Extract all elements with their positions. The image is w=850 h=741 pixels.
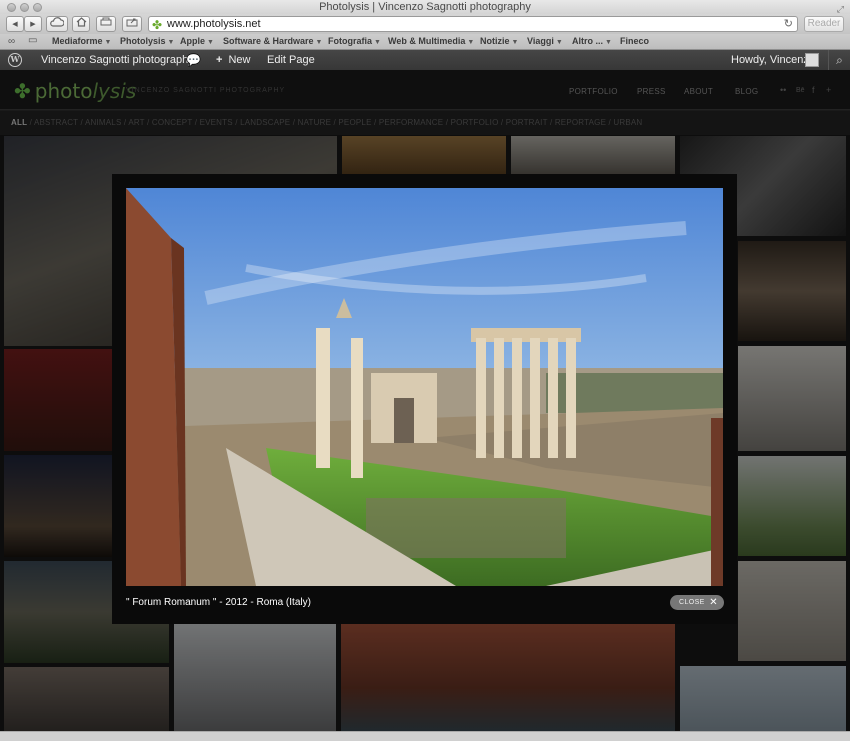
bookmark-apple[interactable]: Apple ▼ [180,36,214,46]
filter-urban[interactable]: URBAN [613,118,642,127]
bookmark-mediaforme[interactable]: Mediaforme ▼ [52,36,111,46]
chevron-down-icon: ▼ [207,39,214,46]
bookmark-photolysis[interactable]: Photolysis ▼ [120,36,174,46]
wordpress-admin-bar: W Vincenzo Sagnotti photography 💬 + New E… [0,50,850,70]
back-arrow-icon: ◀ [12,21,18,28]
forum-romanum-image [126,188,723,586]
status-bar [0,731,850,741]
home-icon [76,17,86,27]
reading-list-icon[interactable]: ∞ [8,36,15,47]
bookmarks-bar: ∞ ▭ Mediaforme ▼ Photolysis ▼ Apple ▼ Softw… [0,34,850,50]
google-plus-icon[interactable]: + [826,85,831,95]
icloud-button[interactable] [46,16,68,32]
minimize-window-button[interactable] [20,3,29,12]
filter-animals[interactable]: ANIMALS [85,118,122,127]
flickr-icon[interactable]: •• [780,85,786,95]
share-icon [126,18,138,27]
forward-arrow-icon: ▶ [30,21,36,28]
nav-blog[interactable]: BLOG [735,87,758,96]
chevron-down-icon: ▼ [315,39,323,46]
site-logo[interactable]: ✤ photolysis [14,79,136,103]
chevron-down-icon: ▼ [374,39,381,46]
close-icon: ✕ [709,597,718,608]
filter-portfolio[interactable]: PORTFOLIO [451,118,499,127]
chevron-down-icon: ▼ [555,39,563,46]
reader-button[interactable]: Reader [804,16,844,32]
lightbox: " Forum Romanum " - 2012 - Roma (Italy) … [112,174,737,624]
zoom-window-button[interactable] [33,3,42,12]
bookmark-web-multimedia[interactable]: Web & Multimedia ▼ [388,36,474,46]
browser-toolbar: ◀ ▶ ✤ www.photolysis.net ↻ Reader [0,14,850,34]
wp-site-name-link[interactable]: Vincenzo Sagnotti photography [41,50,194,70]
filter-events[interactable]: EVENTS [200,118,233,127]
close-lightbox-button[interactable]: CLOSE ✕ [670,595,724,610]
title-bar: Photolysis | Vincenzo Sagnotti photograp… [0,0,850,14]
chevron-down-icon: ▼ [605,39,612,46]
address-bar[interactable]: ✤ www.photolysis.net ↻ [148,16,798,32]
filter-performance[interactable]: PERFORMANCE [379,118,443,127]
avatar[interactable] [805,53,819,67]
chevron-down-icon: ▼ [104,39,112,46]
wp-edit-page-link[interactable]: Edit Page [267,50,315,70]
site-tagline: VINCENZO SAGNOTTI PHOTOGRAPHY [126,87,286,94]
url-text: www.photolysis.net [167,18,261,30]
wordpress-logo-icon[interactable]: W [8,53,22,67]
chevron-down-icon: ▼ [467,39,475,46]
chevron-down-icon: ▼ [167,39,175,46]
wp-new-menu[interactable]: + New [216,50,250,70]
filter-nature[interactable]: NATURE [298,118,332,127]
filter-all[interactable]: ALL [11,118,27,127]
filter-portrait[interactable]: PORTRAIT [506,118,548,127]
site-favicon-icon: ✤ [152,18,163,32]
category-filter-bar: ALL / ABSTRACT / ANIMALS / ART / CONCEPT… [0,111,850,135]
bookmark-software-hardware[interactable]: Software & Hardware ▼ [223,36,322,46]
search-icon[interactable]: ⌕ [828,50,850,70]
print-button[interactable] [96,16,116,32]
bookmark-fineco[interactable]: Fineco [620,36,649,46]
bookmark-fotografia[interactable]: Fotografia ▼ [328,36,381,46]
nav-portfolio[interactable]: PORTFOLIO [569,87,618,96]
browser-window: Photolysis | Vincenzo Sagnotti photograp… [0,0,850,741]
filter-abstract[interactable]: ABSTRACT [34,118,78,127]
clover-logo-icon: ✤ [14,79,31,103]
facebook-icon[interactable]: f [812,85,815,95]
lightbox-photo [126,188,723,586]
nav-about[interactable]: ABOUT [684,87,713,96]
site-header: ✤ photolysis VINCENZO SAGNOTTI PHOTOGRAPH… [0,70,850,110]
filter-reportage[interactable]: REPORTAGE [555,118,606,127]
filter-people[interactable]: PEOPLE [338,118,371,127]
nav-press[interactable]: PRESS [637,87,666,96]
home-button[interactable] [72,16,90,32]
wp-howdy-account[interactable]: Howdy, Vincenzo [731,50,815,70]
share-button[interactable] [122,16,142,32]
bookmark-altro[interactable]: Altro ... ▼ [572,36,612,46]
print-icon [100,17,112,26]
chevron-down-icon: ▼ [511,39,519,46]
plus-icon: + [216,54,223,66]
bookmark-viaggi[interactable]: Viaggi ▼ [527,36,563,46]
comments-bubble-icon[interactable]: 💬 [186,50,201,70]
behance-icon[interactable]: Bē [796,87,805,94]
photo-caption: " Forum Romanum " - 2012 - Roma (Italy) [126,597,311,608]
cloud-icon [50,17,65,27]
filter-art[interactable]: ART [128,118,144,127]
filter-landscape[interactable]: LANDSCAPE [240,118,290,127]
reload-icon[interactable]: ↻ [784,17,793,31]
bookmarks-book-icon[interactable]: ▭ [28,35,37,46]
bookmark-notizie[interactable]: Notizie ▼ [480,36,518,46]
window-title: Photolysis | Vincenzo Sagnotti photograp… [319,1,531,13]
filter-concept[interactable]: CONCEPT [152,118,192,127]
forward-button[interactable]: ▶ [24,16,42,32]
close-window-button[interactable] [7,3,16,12]
back-button[interactable]: ◀ [6,16,24,32]
